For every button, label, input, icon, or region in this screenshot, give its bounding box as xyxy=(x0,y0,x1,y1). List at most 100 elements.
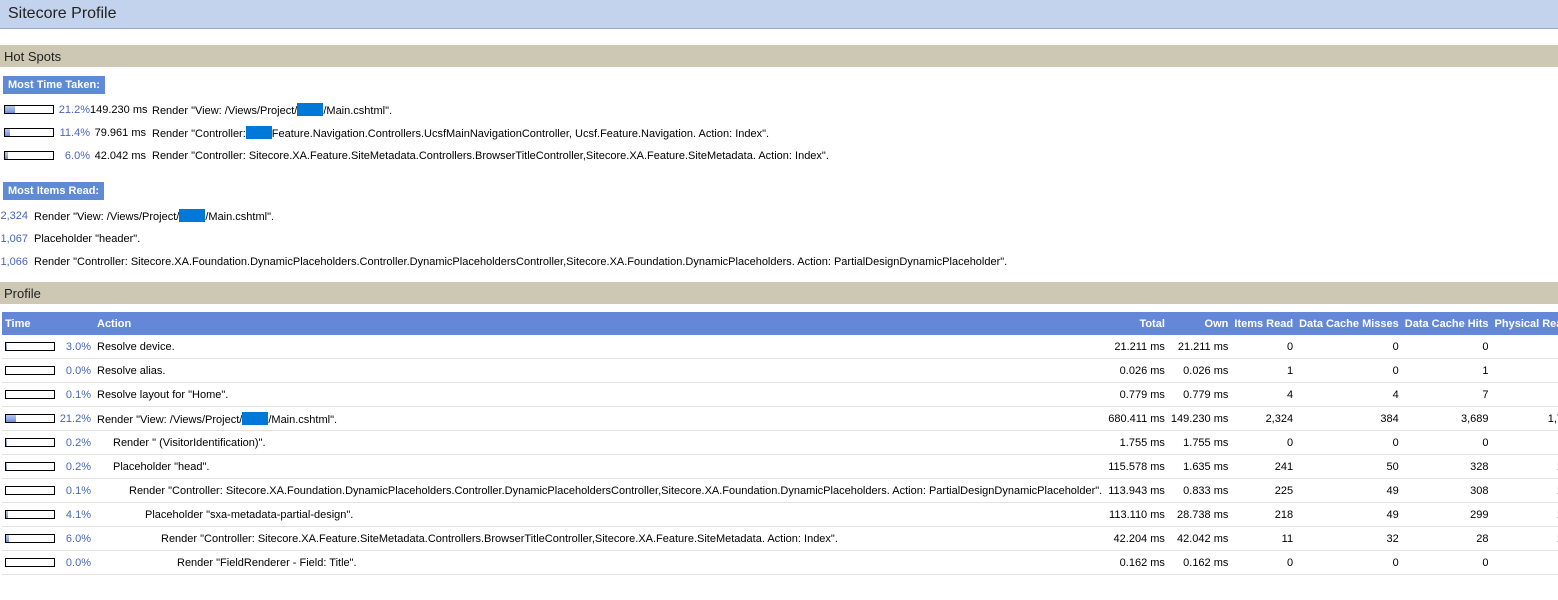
hotspots-header-label: Hot Spots xyxy=(4,48,62,64)
items-read-cell: 225 xyxy=(1231,478,1297,503)
percent-bar xyxy=(5,438,55,447)
total-cell: 0.026 ms xyxy=(1105,358,1168,383)
table-row: 0.2% Placeholder "head". 115.578 ms 1.635 m… xyxy=(2,454,1558,479)
items-read-cell: 241 xyxy=(1231,454,1297,479)
action-text: Render "Controller: Sitecore.XA.Feature.… xyxy=(161,532,838,545)
data-cache-misses-cell: 0 xyxy=(1296,358,1402,383)
own-cell: 1.635 ms xyxy=(1167,454,1232,479)
percent-bar-fill xyxy=(6,415,17,422)
time-cell: 0.0% xyxy=(2,550,94,575)
data-cache-hits-cell: 1 xyxy=(1401,358,1492,383)
profile-table: Time Action Total Own Items Read Data Ca… xyxy=(2,312,1558,575)
total-cell: 1.755 ms xyxy=(1105,430,1168,455)
percent-value: 0.1% xyxy=(65,388,91,401)
time-cell: 0.1% xyxy=(2,382,94,407)
items-read-cell: 0 xyxy=(1231,550,1297,575)
action-text: Render " (VisitorIdentification)". xyxy=(113,436,266,449)
time-cell: 3.0% xyxy=(2,335,94,359)
data-cache-misses-cell: 4 xyxy=(1296,382,1402,407)
total-cell: 113.110 ms xyxy=(1105,502,1168,527)
hotspot-action: Render "View: /Views/Project/ /Main.cshtm… xyxy=(152,102,393,117)
action-text-suffix: /Main.cshtml". xyxy=(268,413,338,426)
data-cache-hits-cell: 0 xyxy=(1401,430,1492,455)
action-text: Render "View: /Views/Project/ xyxy=(97,413,243,426)
hotspot-action: Render "Controller: Sitecore.XA.Feature.… xyxy=(152,150,829,162)
action-text: Placeholder "sxa-metadata-partial-design… xyxy=(145,508,354,521)
action-cell: Render " (VisitorIdentification)". xyxy=(94,430,1106,455)
hotspot-action: Render "View: /Views/Project/ /Main.cshtm… xyxy=(34,208,275,223)
action-text: Placeholder "header". xyxy=(34,232,141,245)
most-time-group: Most Time Taken: 21.2% 149.230 ms Render "… xyxy=(0,67,1558,167)
most-time-row: 21.2% 149.230 ms Render "View: /Views/Proj… xyxy=(0,98,1558,121)
physical-reads-cell: 162 xyxy=(1491,454,1558,479)
action-text-suffix: /Main.cshtml". xyxy=(205,210,275,223)
own-cell: 28.738 ms xyxy=(1167,502,1232,527)
action-text: Render "Controller: Sitecore.XA.Foundati… xyxy=(34,255,1008,268)
page-title: Sitecore Profile xyxy=(8,5,117,22)
percent-value: 21.2% xyxy=(59,412,91,425)
action-text-suffix: /Main.cshtml". xyxy=(323,104,393,117)
own-cell: 21.211 ms xyxy=(1167,335,1232,359)
data-cache-hits-cell: 0 xyxy=(1401,335,1492,359)
hotspot-action: Render "Controller: Feature.Navigation.Co… xyxy=(152,125,769,140)
col-data-cache-hits: Data Cache Hits xyxy=(1401,312,1492,335)
action-cell: Render "View: /Views/Project/ /Main.cshtm… xyxy=(94,406,1106,431)
redacted-block xyxy=(297,102,324,116)
profile-header-label: Profile xyxy=(4,285,41,301)
percent-bar-fill xyxy=(6,535,9,542)
action-cell: Render "Controller: Sitecore.XA.Feature.… xyxy=(94,526,1106,551)
total-cell: 113.943 ms xyxy=(1105,478,1168,503)
percent-bar xyxy=(4,151,54,160)
data-cache-misses-cell: 0 xyxy=(1296,335,1402,359)
percent-value: 21.2% xyxy=(58,103,90,116)
profile-table-header: Time Action Total Own Items Read Data Ca… xyxy=(2,312,1558,335)
own-cell: 1.755 ms xyxy=(1167,430,1232,455)
action-cell: Render "FieldRenderer - Field: Title". xyxy=(94,550,1106,575)
time-cell: 21.2% xyxy=(2,406,94,431)
hotspots-section-header: Hot Spots xyxy=(0,45,1558,67)
action-cell: Render "Controller: Sitecore.XA.Foundati… xyxy=(94,478,1106,503)
percent-bar xyxy=(5,510,55,519)
action-text: Placeholder "head". xyxy=(113,460,210,473)
col-items-read: Items Read xyxy=(1231,312,1297,335)
items-read-cell: 218 xyxy=(1231,502,1297,527)
table-row: 0.0%Resolve alias.0.026 ms0.026 ms1010 xyxy=(2,358,1558,383)
action-cell: Placeholder "head". xyxy=(94,454,1106,479)
percent-value: 4.1% xyxy=(65,508,91,521)
items-read-cell: 11 xyxy=(1231,526,1297,551)
percent-bar-fill xyxy=(5,152,8,159)
own-cell: 149.230 ms xyxy=(1167,406,1232,431)
table-row: 6.0% Render "Controller: Sitecore.XA.Feat… xyxy=(2,526,1558,551)
action-text: Resolve device. xyxy=(97,340,175,353)
total-cell: 0.779 ms xyxy=(1105,382,1168,407)
percent-value: 3.0% xyxy=(65,340,91,353)
percent-bar-fill xyxy=(6,343,8,350)
percent-bar xyxy=(5,390,55,399)
col-total: Total xyxy=(1105,312,1168,335)
data-cache-hits-cell: 299 xyxy=(1401,502,1492,527)
action-text: Resolve layout for "Home". xyxy=(97,388,229,401)
physical-reads-cell: 0 xyxy=(1491,382,1558,407)
col-own: Own xyxy=(1167,312,1232,335)
action-text: Render "FieldRenderer - Field: Title". xyxy=(177,556,357,569)
data-cache-hits-cell: 28 xyxy=(1401,526,1492,551)
percent-value: 0.2% xyxy=(65,460,91,473)
data-cache-misses-cell: 0 xyxy=(1296,550,1402,575)
physical-reads-cell: 146 xyxy=(1491,526,1558,551)
own-cell: 42.042 ms xyxy=(1167,526,1232,551)
total-cell: 680.411 ms xyxy=(1105,406,1168,431)
items-count: 1,066 xyxy=(0,255,28,268)
action-cell: Placeholder "sxa-metadata-partial-design… xyxy=(94,502,1106,527)
physical-reads-cell: 160 xyxy=(1491,502,1558,527)
most-time-label: Most Time Taken: xyxy=(3,76,105,94)
hotspot-action: Render "Controller: Sitecore.XA.Foundati… xyxy=(34,256,1007,268)
percent-bar-fill xyxy=(5,129,11,136)
physical-reads-cell: 1,756 xyxy=(1491,406,1558,431)
most-items-row: 1,067 Placeholder "header". xyxy=(0,227,1558,250)
percent-bar xyxy=(5,414,55,423)
data-cache-hits-cell: 0 xyxy=(1401,550,1492,575)
page-title-bar: Sitecore Profile xyxy=(0,0,1558,29)
data-cache-misses-cell: 32 xyxy=(1296,526,1402,551)
percent-bar xyxy=(5,558,55,567)
own-cell: 0.162 ms xyxy=(1167,550,1232,575)
